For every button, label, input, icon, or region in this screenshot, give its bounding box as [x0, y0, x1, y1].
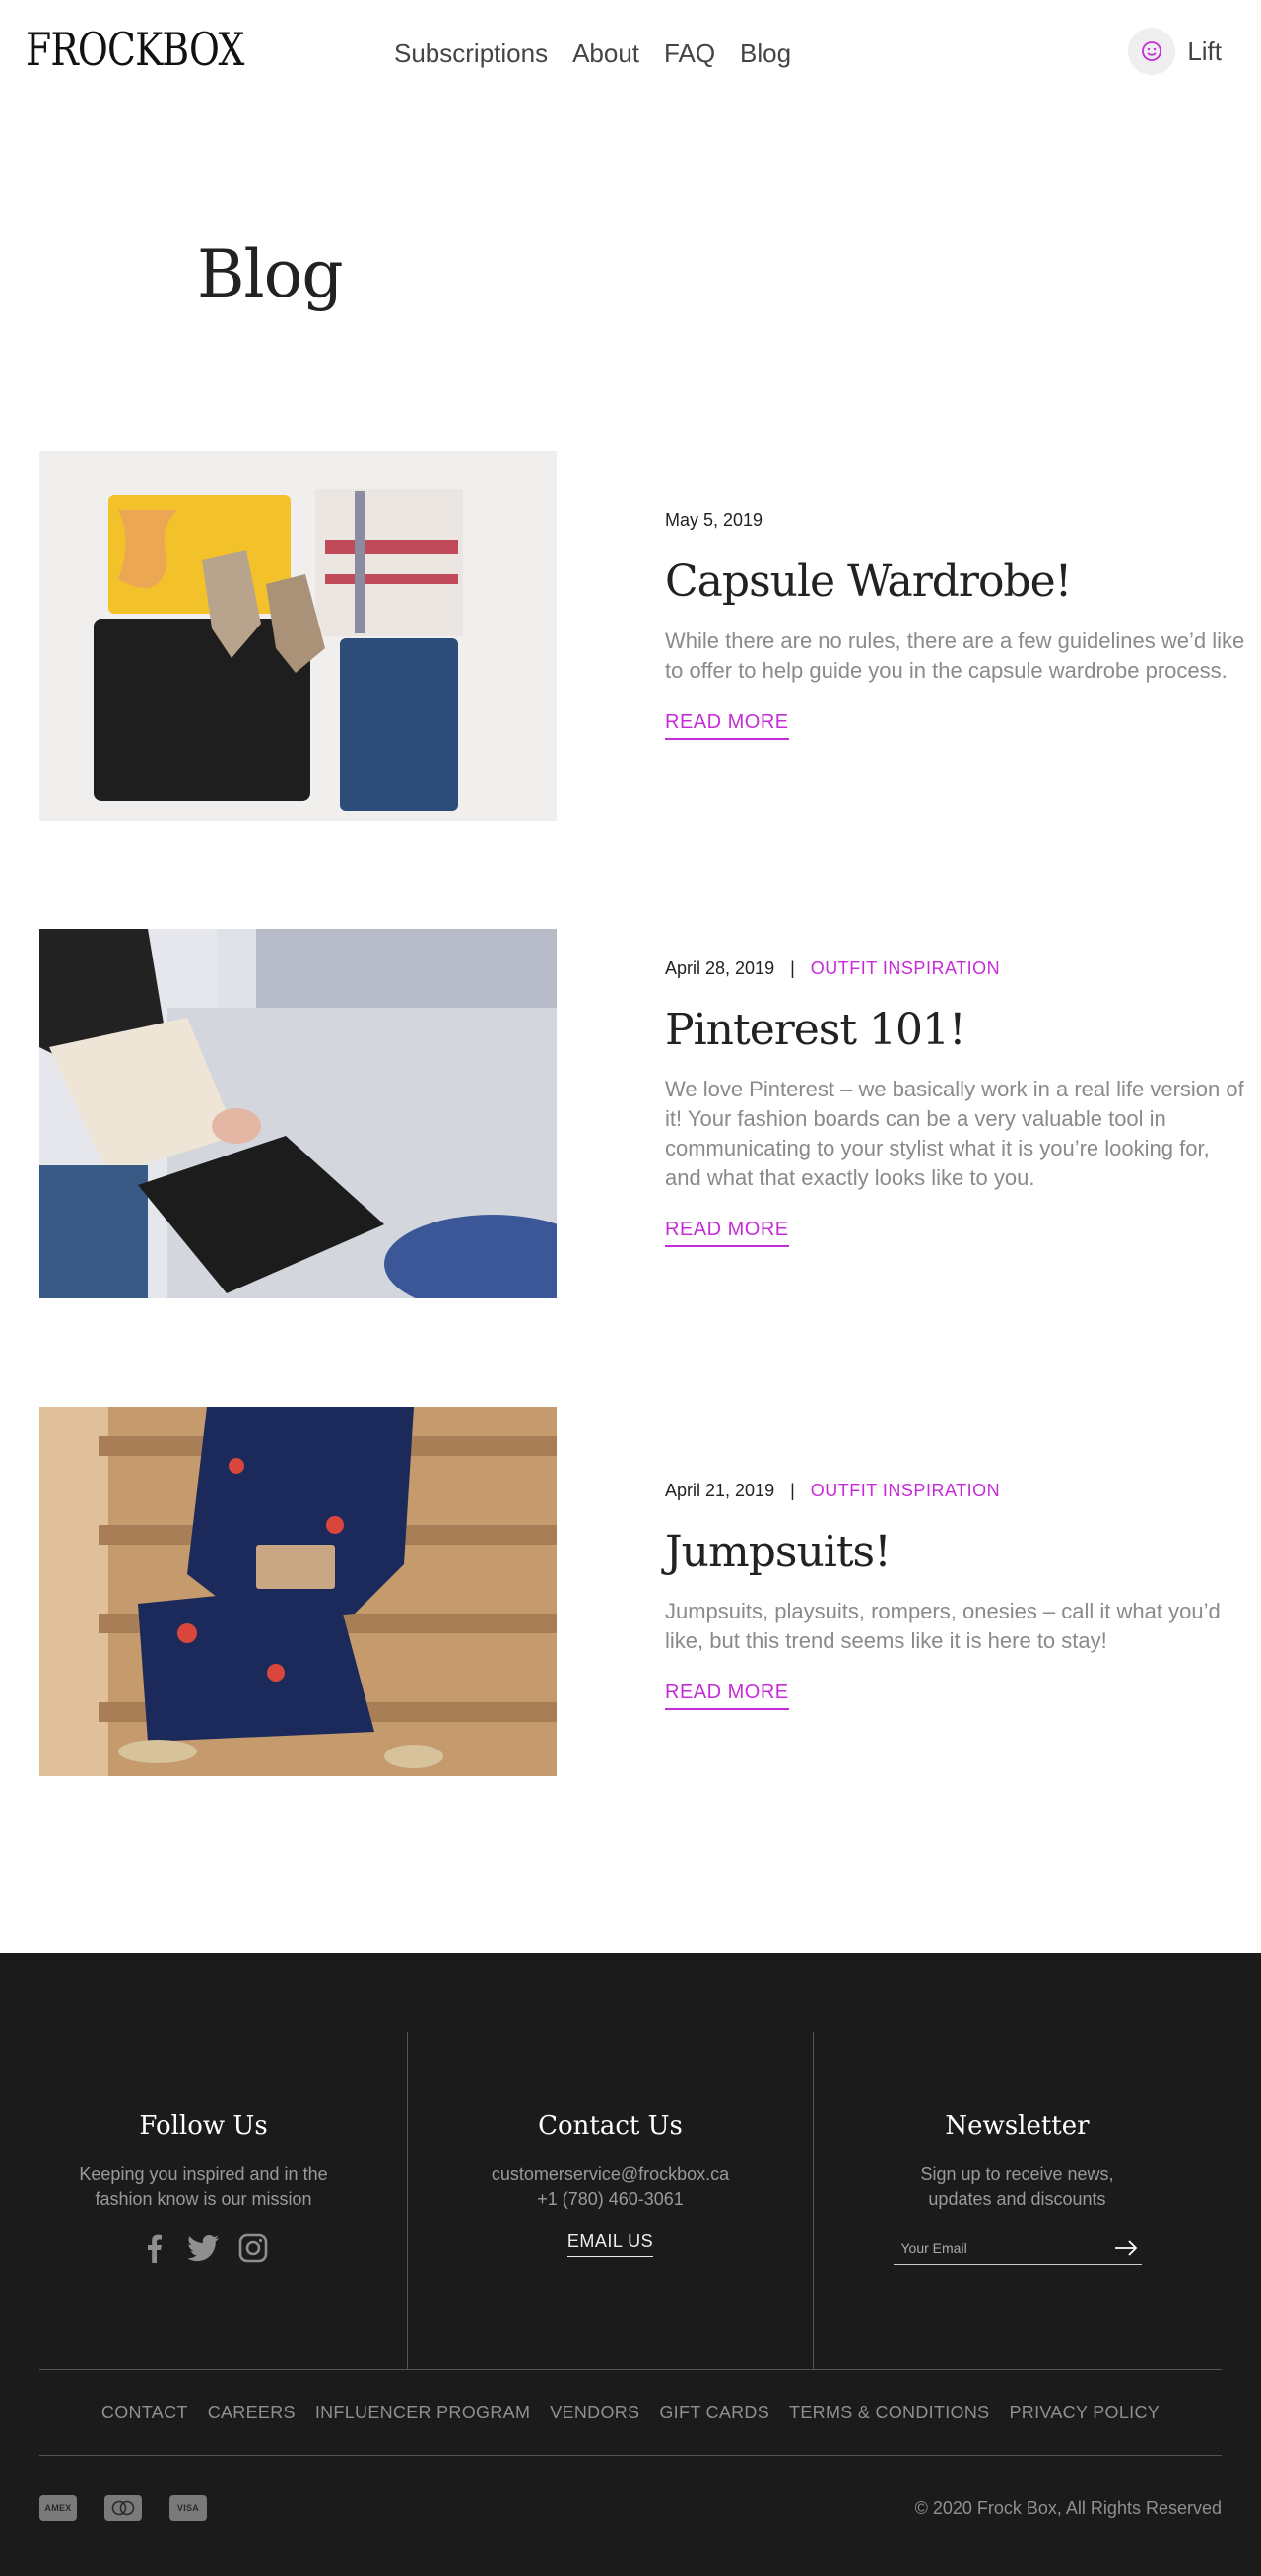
- footer-link-contact[interactable]: CONTACT: [101, 2403, 188, 2423]
- facebook-icon[interactable]: [138, 2231, 171, 2265]
- post-body: May 5, 2019 Capsule Wardrobe! While ther…: [665, 510, 1256, 740]
- avatar[interactable]: [1128, 28, 1176, 75]
- post-excerpt: We love Pinterest – we basically work in…: [665, 1077, 1244, 1190]
- amex-icon: AMEX: [39, 2495, 77, 2521]
- nav-subscriptions[interactable]: Subscriptions: [394, 37, 548, 69]
- instagram-icon[interactable]: [236, 2231, 270, 2265]
- blog-post: May 5, 2019 Capsule Wardrobe! While ther…: [39, 451, 1244, 821]
- account-name[interactable]: Lift: [1187, 36, 1222, 67]
- footer-link-careers[interactable]: CAREERS: [208, 2403, 296, 2423]
- mastercard-icon: [104, 2495, 142, 2521]
- post-date: May 5, 2019: [665, 510, 763, 530]
- post-meta: April 28, 2019 | OUTFIT INSPIRATION: [665, 958, 1256, 979]
- meta-separator: |: [790, 1481, 795, 1500]
- footer-link-terms[interactable]: TERMS & CONDITIONS: [789, 2403, 989, 2423]
- post-excerpt: Jumpsuits, playsuits, rompers, onesies –…: [665, 1599, 1221, 1653]
- newsletter-form: [893, 2231, 1142, 2265]
- contact-email[interactable]: customerservice@frockbox.ca: [492, 2164, 729, 2184]
- copyright: © 2020 Frock Box, All Rights Reserved: [914, 2498, 1222, 2518]
- post-category[interactable]: OUTFIT INSPIRATION: [811, 1481, 1000, 1501]
- post-title[interactable]: Capsule Wardrobe!: [665, 557, 1256, 607]
- post-image[interactable]: [39, 1407, 557, 1776]
- arrow-right-icon[interactable]: [1110, 2232, 1142, 2264]
- follow-us-text: Keeping you inspired and in the fashion …: [79, 2164, 328, 2209]
- post-title[interactable]: Jumpsuits!: [665, 1527, 1256, 1577]
- post-date: April 21, 2019: [665, 1481, 775, 1500]
- follow-us-title: Follow Us: [139, 2111, 268, 2141]
- read-more-link[interactable]: READ MORE: [665, 1219, 789, 1247]
- visa-icon: VISA: [169, 2495, 207, 2521]
- contact-us-title: Contact Us: [538, 2111, 683, 2141]
- account-menu[interactable]: Lift: [1128, 28, 1222, 75]
- page-title: Blog: [197, 236, 344, 312]
- nav-faq[interactable]: FAQ: [664, 37, 715, 69]
- read-more-link[interactable]: READ MORE: [665, 711, 789, 740]
- post-title[interactable]: Pinterest 101!: [665, 1005, 1256, 1055]
- footer-link-gift-cards[interactable]: GIFT CARDS: [659, 2403, 769, 2423]
- follow-us-section: Follow Us Keeping you inspired and in th…: [0, 2032, 407, 2369]
- post-meta: April 21, 2019 | OUTFIT INSPIRATION: [665, 1481, 1256, 1501]
- frockbox-logo[interactable]: FROCKBOX: [26, 24, 244, 75]
- newsletter-text: Sign up to receive news, updates and dis…: [920, 2164, 1114, 2209]
- footer-link-vendors[interactable]: VENDORS: [550, 2403, 639, 2423]
- post-body: April 21, 2019 | OUTFIT INSPIRATION Jump…: [665, 1481, 1256, 1710]
- post-date: April 28, 2019: [665, 958, 775, 978]
- footer-link-privacy[interactable]: PRIVACY POLICY: [1009, 2403, 1160, 2423]
- contact-us-section: Contact Us customerservice@frockbox.ca +…: [407, 2032, 814, 2369]
- footer-link-influencer-program[interactable]: INFLUENCER PROGRAM: [315, 2403, 530, 2423]
- post-excerpt: While there are no rules, there are a fe…: [665, 628, 1245, 683]
- social-links: [0, 2231, 407, 2265]
- nav-about[interactable]: About: [572, 37, 639, 69]
- newsletter-email-input[interactable]: [893, 2239, 1110, 2256]
- footer-links: CONTACT CAREERS INFLUENCER PROGRAM VENDO…: [39, 2369, 1222, 2456]
- newsletter-title: Newsletter: [945, 2111, 1090, 2141]
- main-nav: Subscriptions About FAQ Blog: [394, 37, 816, 69]
- blog-post: April 21, 2019 | OUTFIT INSPIRATION Jump…: [39, 1407, 1222, 1776]
- post-meta: May 5, 2019: [665, 510, 1256, 531]
- post-body: April 28, 2019 | OUTFIT INSPIRATION Pint…: [665, 958, 1256, 1247]
- email-us-button[interactable]: EMAIL US: [566, 2231, 654, 2257]
- site-header: FROCKBOX Subscriptions About FAQ Blog Li…: [0, 0, 1261, 99]
- read-more-link[interactable]: READ MORE: [665, 1682, 789, 1710]
- post-category[interactable]: OUTFIT INSPIRATION: [811, 958, 1000, 979]
- newsletter-section: Newsletter Sign up to receive news, upda…: [814, 2032, 1221, 2369]
- nav-blog[interactable]: Blog: [740, 37, 791, 69]
- contact-phone[interactable]: +1 (780) 460-3061: [537, 2189, 684, 2209]
- payment-methods: AMEX VISA: [39, 2495, 234, 2521]
- smiley-icon: [1142, 41, 1162, 61]
- meta-separator: |: [790, 958, 795, 978]
- post-image[interactable]: [39, 451, 557, 821]
- twitter-icon[interactable]: [187, 2231, 221, 2265]
- post-image[interactable]: [39, 929, 557, 1298]
- site-footer: Follow Us Keeping you inspired and in th…: [0, 1953, 1261, 2576]
- blog-post: April 28, 2019 | OUTFIT INSPIRATION Pint…: [39, 929, 1244, 1298]
